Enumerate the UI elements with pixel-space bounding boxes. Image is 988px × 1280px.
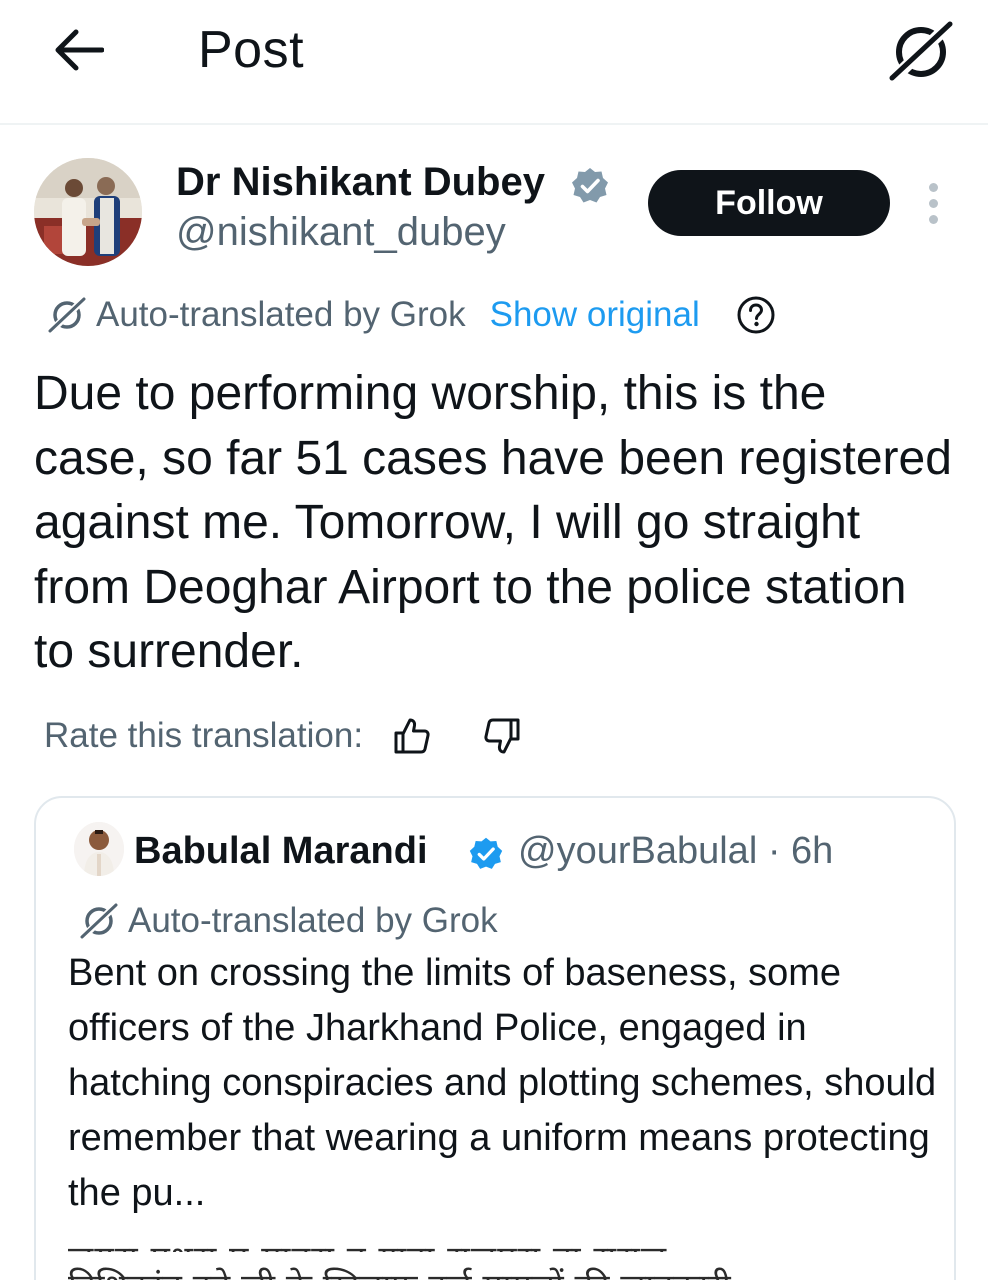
show-original-link[interactable]: Show original [490, 295, 700, 335]
author-avatar[interactable] [34, 158, 142, 266]
back-button[interactable] [48, 22, 108, 78]
author-name[interactable]: Dr Nishikant Dubey [176, 160, 545, 205]
grok-logo-icon [888, 20, 954, 82]
verified-badge-icon [469, 837, 503, 869]
quoted-original-text-line: निशिकांत दुबे जी के खिलाफ दर्ज मामलों की… [68, 1266, 731, 1280]
rate-translation-row: Rate this translation: [44, 712, 527, 760]
thumbs-down-button[interactable] [477, 712, 527, 760]
post-text: Due to performing worship, this is the c… [34, 367, 952, 678]
quoted-author-name: Babulal Marandi [134, 830, 428, 872]
more-dot-icon [928, 198, 938, 208]
more-options-button[interactable] [916, 178, 950, 228]
page-title: Post [198, 21, 305, 79]
author-handle[interactable]: @nishikant_dubey [176, 210, 506, 255]
quoted-original-text-clipped: निशिकांत दुबे जी के खिलाफ दर्ज मामलों की… [68, 1266, 918, 1280]
quoted-author-handle: @yourBabulal · 6h [518, 830, 834, 872]
quoted-translation-notice: Auto-translated by Grok [76, 898, 498, 944]
thumbs-down-icon [484, 718, 520, 754]
thumbs-up-button[interactable] [387, 712, 437, 760]
rate-translation-label: Rate this translation: [44, 716, 364, 755]
grok-logo-icon [44, 292, 90, 338]
quoted-translation-label: Auto-translated by Grok [128, 901, 498, 940]
translation-notice: Auto-translated by Grok Show original [44, 292, 776, 338]
help-button[interactable] [736, 295, 776, 335]
follow-button[interactable]: Follow [648, 170, 890, 236]
quoted-post-text: Bent on crossing the limits of baseness,… [68, 952, 937, 1214]
top-bar: Post [0, 0, 988, 125]
more-dot-icon [928, 182, 938, 192]
verified-badge-icon [572, 168, 608, 203]
more-dot-icon [928, 214, 938, 224]
avatar-photo [74, 822, 124, 876]
thumbs-up-icon [394, 718, 430, 754]
question-circle-icon [737, 296, 775, 334]
arrow-left-icon [55, 29, 104, 71]
quoted-author-avatar [74, 822, 124, 876]
avatar-photo [34, 158, 142, 266]
quoted-post-card[interactable]: Babulal Marandi @yourBabulal · 6h Auto-t… [34, 796, 956, 1280]
translation-label: Auto-translated by Grok [96, 295, 466, 334]
grok-button[interactable] [884, 18, 958, 84]
grok-logo-icon [76, 898, 122, 944]
quoted-original-text-clipped: जयरा प्रथरा प मानरा न गाड़ा राजपरा ना रा… [68, 1222, 918, 1252]
quoted-original-text-line: जयरा प्रथरा प मानरा न गाड़ा राजपरा ना रा… [68, 1234, 667, 1252]
